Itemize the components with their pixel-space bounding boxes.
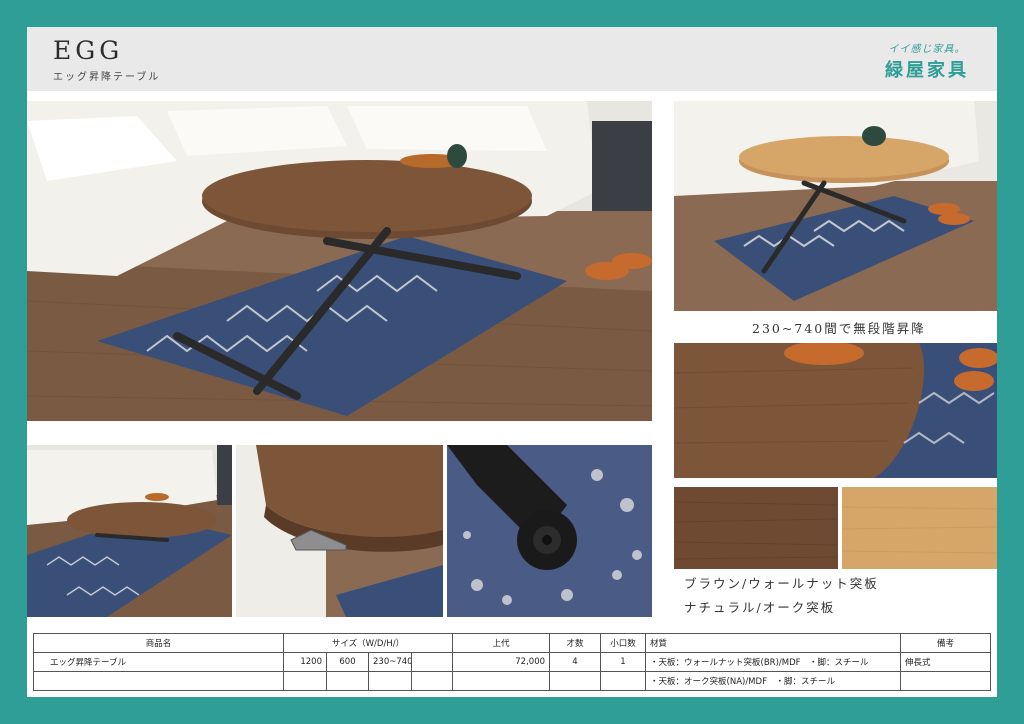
cell-product xyxy=(33,671,284,691)
oak-table-photo xyxy=(674,101,997,311)
brand-tagline: イイ感じ家具。 xyxy=(888,44,966,55)
natural-color-caption: ナチュラル/オーク突板 xyxy=(684,600,836,615)
walnut-swatch xyxy=(674,487,838,569)
cell-material: ・天板：ウォールナット突板(BR)/MDF ・脚：スチール xyxy=(645,652,902,672)
cell-product: エッグ昇降テーブル xyxy=(33,652,284,672)
cell-volume xyxy=(549,671,602,691)
cell-width: 1200 xyxy=(283,652,327,672)
cell-depth: 600 xyxy=(326,652,369,672)
header-price: 上代 xyxy=(451,633,551,653)
product-subtitle: エッグ昇降テーブル xyxy=(53,72,161,83)
table-header-row: 商品名 サイズ（W/D/H/） 上代 才数 小口数 材質 備考 xyxy=(33,633,992,653)
cell-height: 230~740 xyxy=(368,652,412,672)
cell-width xyxy=(283,671,327,691)
leg-foot-closeup-photo xyxy=(447,445,652,617)
height-range-caption: 230~740間で無段階昇降 xyxy=(752,321,926,336)
main-photo xyxy=(27,101,652,421)
brand-name: 緑屋家具 xyxy=(885,60,969,81)
cell-price xyxy=(451,671,551,691)
cell-volume: 4 xyxy=(549,652,602,672)
cell-notes: 伸長式 xyxy=(900,652,992,672)
brand-logo: イイ感じ家具。 緑屋家具 xyxy=(885,40,969,82)
table-edge-photo xyxy=(236,445,443,617)
cell-depth xyxy=(326,671,369,691)
cell-empty xyxy=(411,652,453,672)
header-notes: 備考 xyxy=(900,633,992,653)
oak-swatch xyxy=(842,487,997,569)
cell-material: ・天板：オーク突板(NA)/MDF ・脚：スチール xyxy=(645,671,902,691)
cell-height xyxy=(368,671,412,691)
header-size: サイズ（W/D/H/） xyxy=(283,633,453,653)
cell-empty xyxy=(411,671,453,691)
lowered-table-photo xyxy=(27,445,232,617)
header-product: 商品名 xyxy=(33,633,284,653)
table-row: エッグ昇降テーブル 1200 600 230~740 72,000 4 1 ・天… xyxy=(33,652,992,672)
header-volume: 才数 xyxy=(549,633,602,653)
header-bar: EGG エッグ昇降テーブル イイ感じ家具。 緑屋家具 xyxy=(27,27,997,91)
table-row: ・天板：オーク突板(NA)/MDF ・脚：スチール xyxy=(33,671,992,691)
header-units: 小口数 xyxy=(600,633,647,653)
product-title: EGG xyxy=(53,36,124,65)
cell-price: 72,000 xyxy=(451,652,551,672)
cell-units: 1 xyxy=(600,652,647,672)
cell-notes xyxy=(900,671,992,691)
cell-units xyxy=(600,671,647,691)
header-material: 材質 xyxy=(645,633,902,653)
tabletop-closeup-photo xyxy=(674,343,997,478)
spec-table: 商品名 サイズ（W/D/H/） 上代 才数 小口数 材質 備考 エッグ昇降テーブ… xyxy=(33,633,992,691)
brown-color-caption: ブラウン/ウォールナット突板 xyxy=(684,576,879,591)
